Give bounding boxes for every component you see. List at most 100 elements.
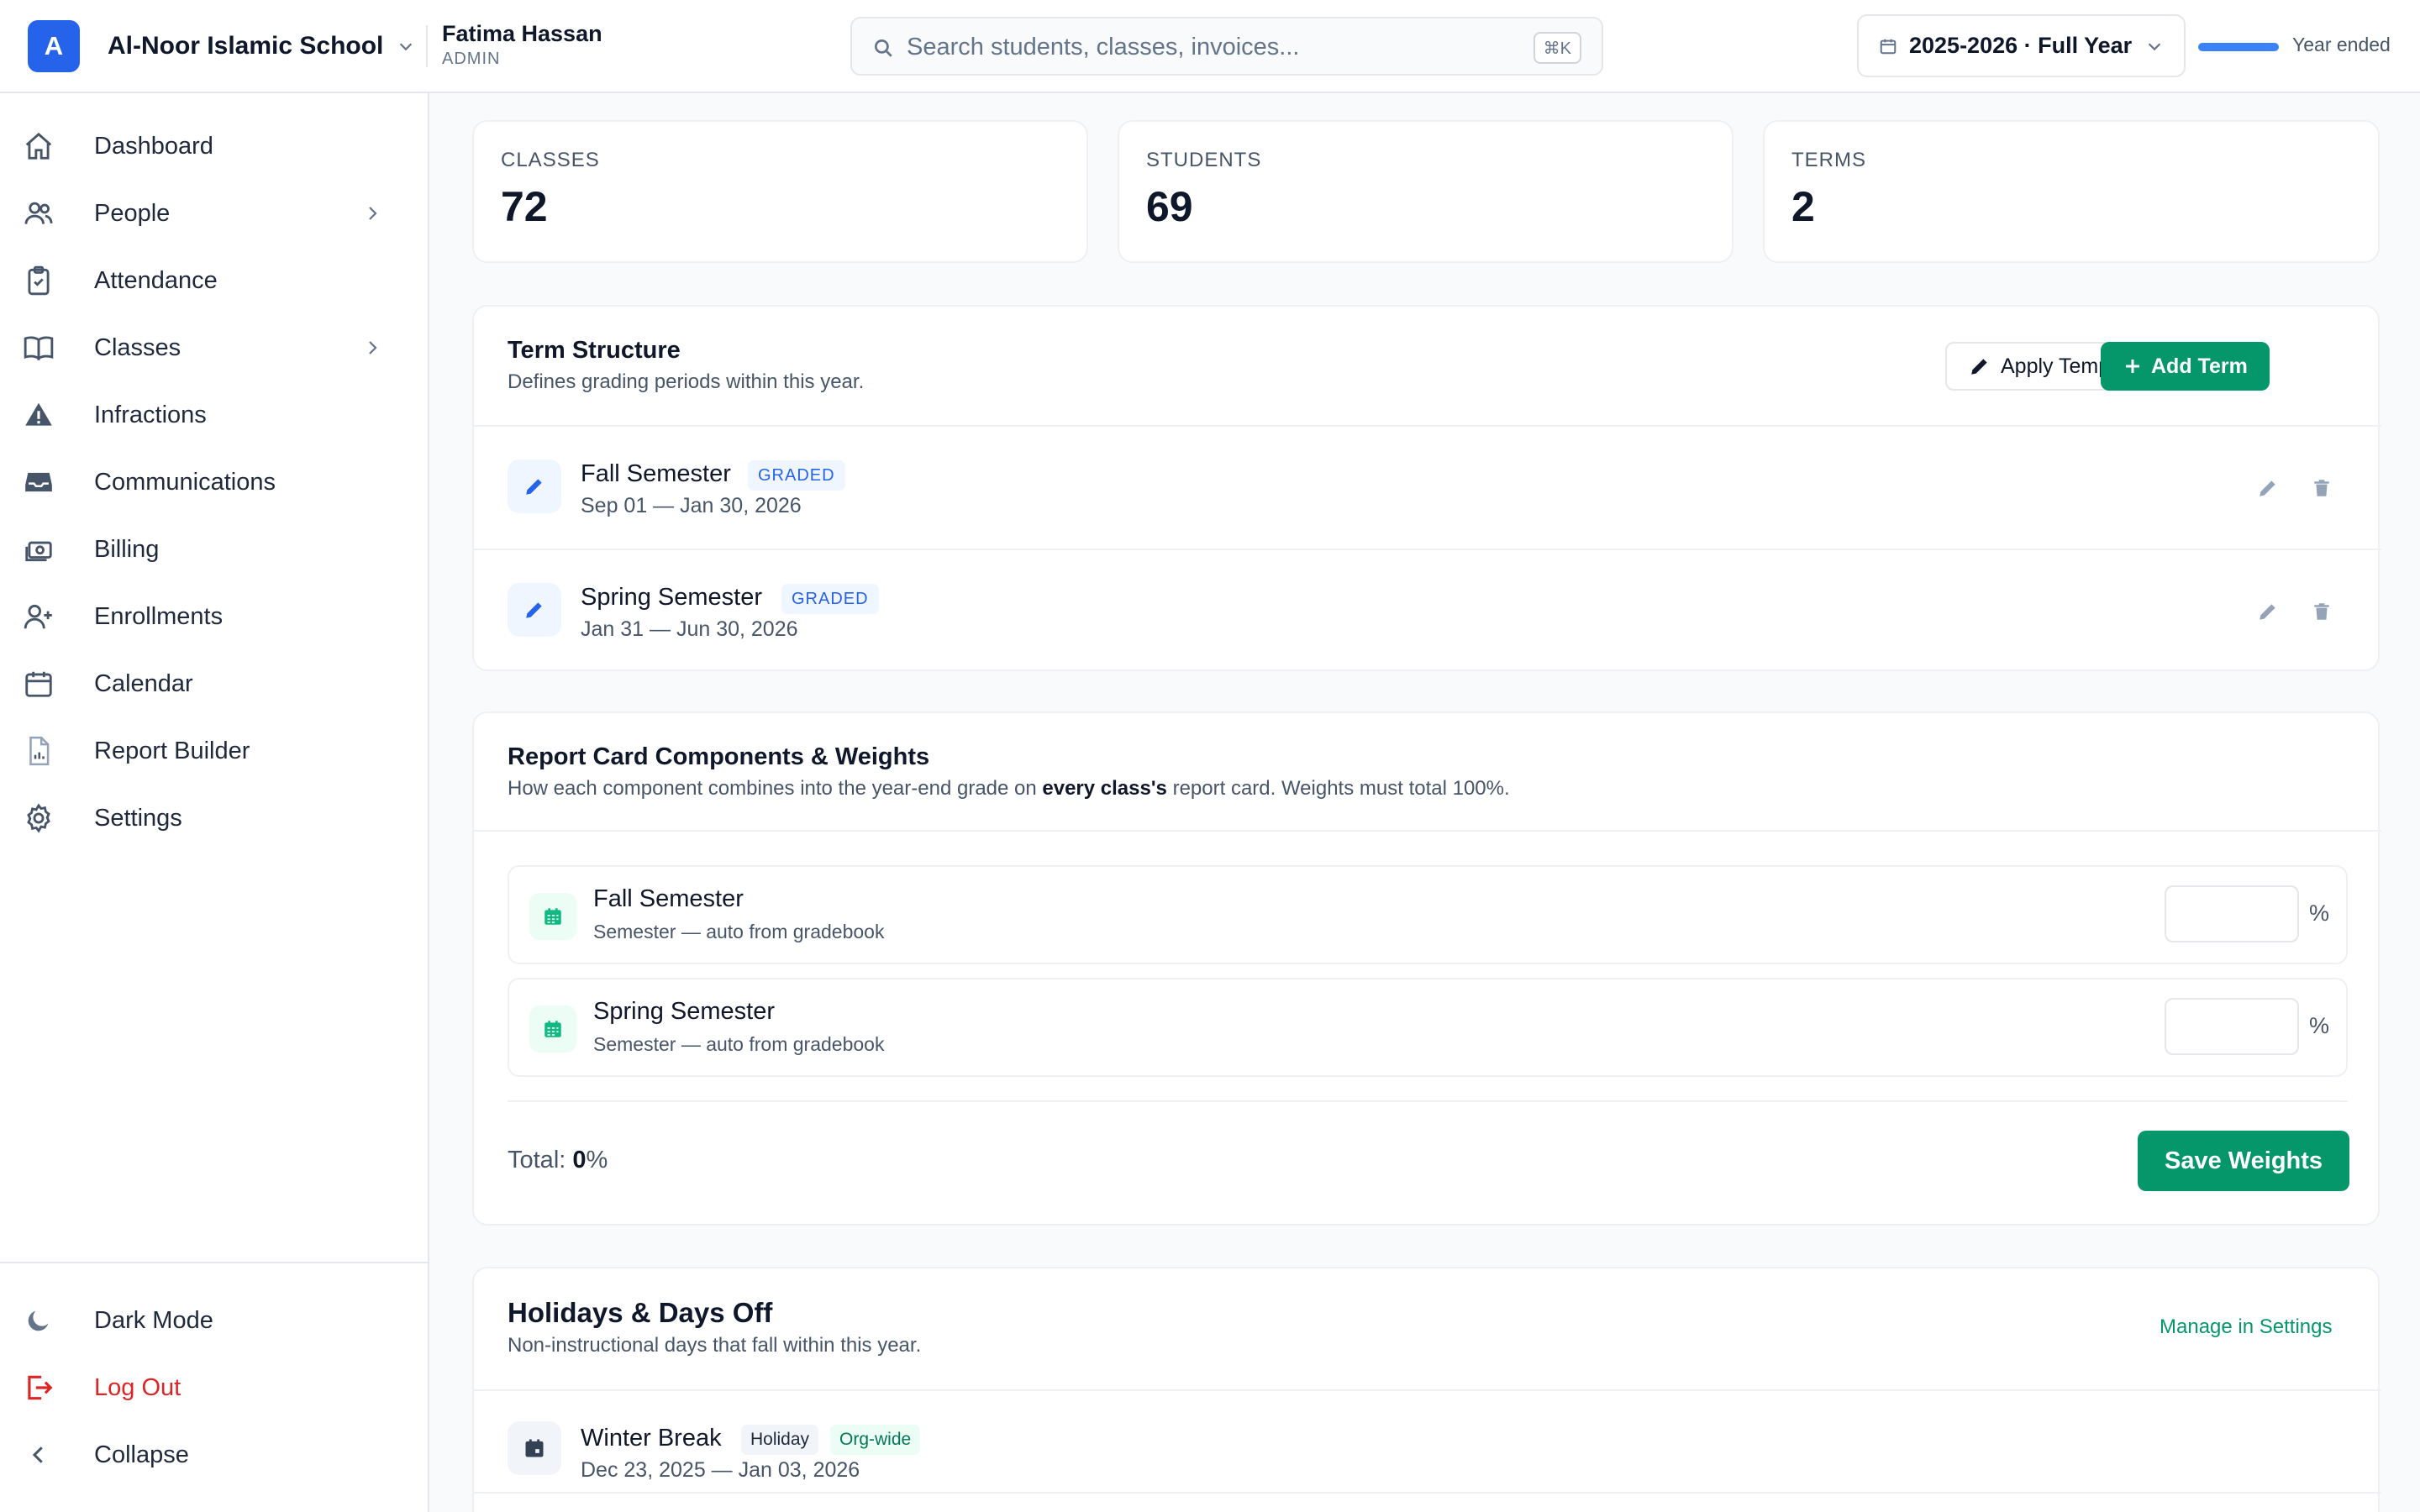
chevron-down-icon — [2145, 37, 2164, 55]
chevron-down-icon — [397, 37, 415, 55]
chevron-right-icon — [362, 203, 382, 223]
dark-mode-toggle[interactable]: Dark Mode — [21, 1291, 399, 1350]
sidebar-item-label: Communications — [94, 468, 276, 496]
sidebar-item-infractions[interactable]: Infractions — [21, 386, 399, 444]
add-term-label: Add Term — [2151, 354, 2248, 378]
sidebar-item-label: Settings — [94, 804, 182, 832]
sidebar-item-communications[interactable]: Communications — [21, 453, 399, 512]
sidebar-item-attendance[interactable]: Attendance — [21, 251, 399, 310]
sidebar-item-enrollments[interactable]: Enrollments — [21, 587, 399, 646]
sidebar: Dashboard People Attendance Classes Infr… — [0, 93, 429, 1512]
report-card-weights-card: Report Card Components & Weights How eac… — [472, 711, 2381, 1226]
weights-total: Total: 0% — [508, 1147, 608, 1173]
edit-term-button[interactable] — [2257, 601, 2279, 622]
weight-component-row: Fall Semester Semester — auto from grade… — [508, 865, 2348, 964]
manage-in-settings-link[interactable]: Manage in Settings — [2160, 1315, 2332, 1339]
dark-mode-label: Dark Mode — [94, 1306, 213, 1334]
term-edit-icon[interactable] — [508, 459, 561, 513]
weight-input[interactable] — [2165, 885, 2299, 942]
top-header: A Al-Noor Islamic School Fatima Hassan A… — [0, 0, 2420, 93]
holiday-dates: Dec 23, 2025 — Jan 03, 2026 — [581, 1458, 860, 1482]
sidebar-item-label: Dashboard — [94, 132, 213, 160]
sidebar-item-label: Classes — [94, 333, 182, 361]
document-chart-icon — [21, 733, 56, 769]
section-subtitle: Non-instructional days that fall within … — [508, 1334, 922, 1357]
component-source: Semester — auto from gradebook — [593, 921, 885, 942]
term-edit-icon[interactable] — [508, 583, 561, 637]
sidebar-item-label: Infractions — [94, 401, 207, 428]
sidebar-item-label: Report Builder — [94, 737, 250, 764]
sidebar-item-label: Calendar — [94, 669, 193, 697]
add-term-button[interactable]: Add Term — [2101, 342, 2270, 391]
logout-button[interactable]: Log Out — [21, 1358, 399, 1417]
delete-term-button[interactable] — [2311, 601, 2333, 622]
stat-label: CLASSES — [501, 149, 600, 171]
sidebar-item-report-builder[interactable]: Report Builder — [21, 722, 399, 780]
inbox-icon — [21, 465, 56, 500]
logout-icon — [21, 1370, 56, 1405]
book-open-icon — [21, 330, 56, 365]
stat-card-terms: TERMS 2 — [1763, 120, 2380, 263]
sidebar-item-calendar[interactable]: Calendar — [21, 654, 399, 713]
user-role: ADMIN — [442, 50, 501, 68]
term-row: Spring Semester GRADED Jan 31 — Jun 30, … — [474, 550, 2381, 672]
sidebar-item-label: People — [94, 199, 171, 227]
user-plus-icon — [21, 599, 56, 634]
stat-value: 69 — [1146, 183, 1193, 230]
sidebar-item-billing[interactable]: Billing — [21, 520, 399, 579]
sidebar-item-classes[interactable]: Classes — [21, 318, 399, 377]
academic-year-selector[interactable]: 2025-2026 · Full Year — [1857, 14, 2186, 77]
home-icon — [21, 129, 56, 164]
term-row: Fall Semester GRADED Sep 01 — Jan 30, 20… — [474, 427, 2381, 549]
year-progress-bar — [2198, 43, 2279, 51]
stat-value: 72 — [501, 183, 548, 230]
stat-value: 2 — [1791, 183, 1815, 230]
holiday-type-badge: Holiday — [741, 1425, 819, 1455]
component-name: Fall Semester — [593, 885, 744, 912]
chevron-left-icon — [21, 1437, 56, 1473]
gear-icon — [21, 801, 56, 836]
header-divider — [426, 25, 428, 67]
section-title: Holidays & Days Off — [508, 1297, 773, 1328]
section-title: Report Card Components & Weights — [508, 743, 930, 770]
collapse-sidebar-button[interactable]: Collapse — [21, 1425, 399, 1484]
term-status-badge: GRADED — [748, 460, 845, 491]
section-subtitle: How each component combines into the yea… — [508, 777, 1510, 800]
year-status-label: Year ended — [2292, 34, 2391, 55]
school-name: Al-Noor Islamic School — [108, 32, 384, 60]
save-weights-button[interactable]: Save Weights — [2138, 1131, 2350, 1191]
stat-label: STUDENTS — [1146, 149, 1262, 171]
weight-input[interactable] — [2165, 998, 2299, 1055]
percent-unit: % — [2309, 1013, 2330, 1038]
sidebar-item-settings[interactable]: Settings — [21, 789, 399, 848]
calendar-icon — [529, 1005, 576, 1053]
edit-term-button[interactable] — [2257, 477, 2279, 499]
delete-term-button[interactable] — [2311, 477, 2333, 499]
term-dates: Jan 31 — Jun 30, 2026 — [581, 617, 798, 641]
holiday-row: Winter Break Holiday Org-wide Dec 23, 20… — [474, 1391, 2381, 1492]
percent-unit: % — [2309, 900, 2330, 926]
calendar-icon — [21, 666, 56, 701]
section-subtitle: Defines grading periods within this year… — [508, 370, 865, 393]
sidebar-item-label: Enrollments — [94, 602, 224, 630]
pencil-icon — [1969, 355, 1991, 377]
sidebar-item-label: Billing — [94, 535, 160, 563]
global-search[interactable]: ⌘K — [850, 17, 1603, 76]
sidebar-item-people[interactable]: People — [21, 184, 399, 243]
search-input[interactable] — [907, 29, 1512, 66]
term-dates: Sep 01 — Jan 30, 2026 — [581, 494, 802, 517]
sidebar-item-label: Attendance — [94, 266, 218, 294]
moon-icon — [21, 1303, 56, 1338]
school-switcher[interactable]: Al-Noor Islamic School — [108, 25, 415, 67]
calendar-icon — [508, 1421, 561, 1475]
section-title: Term Structure — [508, 337, 681, 364]
stat-card-classes: CLASSES 72 — [472, 120, 1088, 263]
clipboard-check-icon — [21, 263, 56, 298]
sidebar-item-dashboard[interactable]: Dashboard — [21, 117, 399, 176]
cash-icon — [21, 532, 56, 567]
academic-year-label: 2025-2026 · Full Year — [1909, 33, 2133, 58]
stat-label: TERMS — [1791, 149, 1866, 171]
school-logo[interactable]: A — [28, 20, 80, 72]
term-structure-card: Term Structure Defines grading periods w… — [472, 305, 2381, 672]
search-shortcut-hint: ⌘K — [1533, 32, 1581, 64]
